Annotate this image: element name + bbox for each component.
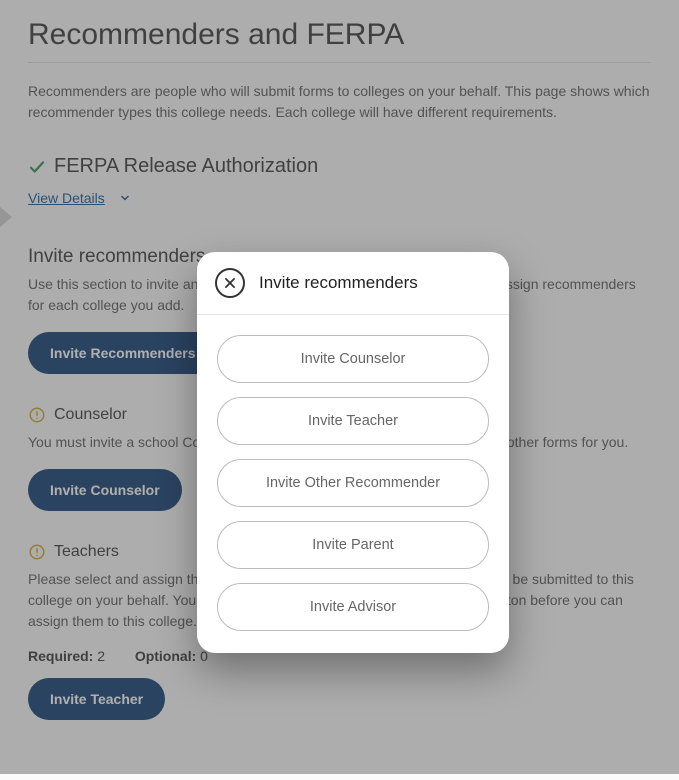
modal-invite-counselor-button[interactable]: Invite Counselor [217,335,489,383]
modal-invite-parent-button[interactable]: Invite Parent [217,521,489,569]
modal-invite-teacher-button[interactable]: Invite Teacher [217,397,489,445]
close-icon [223,276,237,290]
modal-title: Invite recommenders [259,273,418,293]
invite-recommenders-modal: Invite recommenders Invite Counselor Inv… [197,252,509,653]
modal-invite-other-recommender-button[interactable]: Invite Other Recommender [217,459,489,507]
modal-body: Invite Counselor Invite Teacher Invite O… [197,315,509,653]
close-button[interactable] [215,268,245,298]
modal-header: Invite recommenders [197,252,509,315]
modal-invite-advisor-button[interactable]: Invite Advisor [217,583,489,631]
